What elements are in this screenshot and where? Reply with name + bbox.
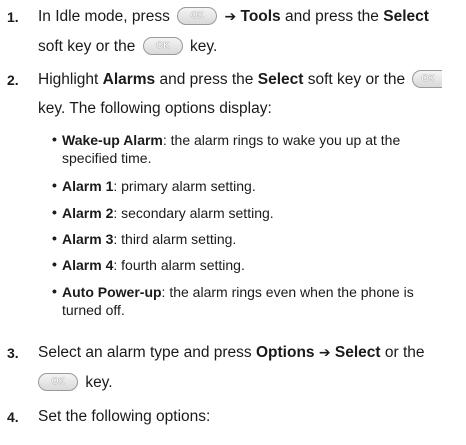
- step-3-line-2: OK key.: [38, 372, 113, 393]
- softkey-term-select: Select: [383, 8, 429, 25]
- option-wake-up-alarm-cont: specified time.: [62, 149, 151, 167]
- option-desc: : fourth alarm setting.: [113, 257, 245, 273]
- step-number: 2.: [7, 72, 19, 88]
- option-desc: : primary alarm setting.: [113, 178, 256, 194]
- step-text: key.: [85, 374, 113, 391]
- step-text: Set the following options:: [38, 408, 211, 425]
- instruction-page: 1. In Idle mode, press OK ➔ Tools and pr…: [0, 0, 466, 445]
- menu-term-select: Select: [334, 344, 381, 361]
- option-name: Auto Power-up: [62, 284, 162, 300]
- step-4-line-1: Set the following options:: [38, 407, 210, 427]
- option-alarm-1: Alarm 1: primary alarm setting.: [62, 177, 256, 195]
- ok-key-icon: OK: [38, 372, 78, 391]
- step-text: and press the: [285, 8, 379, 25]
- step-text: soft key or the: [38, 38, 136, 55]
- ok-key-icon: OK: [177, 6, 218, 25]
- option-auto-power-up: Auto Power-up: the alarm rings even when…: [62, 283, 414, 301]
- option-desc: turned off.: [62, 302, 125, 318]
- step-text: key.: [189, 38, 218, 55]
- step-text: or the: [384, 344, 425, 361]
- step-text: and press the: [159, 71, 254, 88]
- option-desc: : the alarm rings even when the phone is: [161, 284, 414, 300]
- softkey-term-select: Select: [257, 71, 304, 88]
- option-auto-power-up-cont: turned off.: [62, 301, 125, 319]
- step-text: Select an alarm type and press: [38, 344, 252, 361]
- step-1-line-1: In Idle mode, press OK ➔ Tools and press…: [38, 6, 429, 27]
- option-alarm-4: Alarm 4: fourth alarm setting.: [62, 256, 245, 274]
- step-number: 4.: [7, 409, 19, 425]
- option-name: Alarm 1: [62, 178, 114, 194]
- bullet-icon: •: [52, 204, 57, 220]
- option-desc: specified time.: [62, 150, 152, 166]
- menu-term-alarms: Alarms: [102, 71, 156, 88]
- option-alarm-2: Alarm 2: secondary alarm setting.: [62, 204, 274, 222]
- option-wake-up-alarm: Wake-up Alarm: the alarm rings to wake y…: [62, 131, 400, 149]
- step-number: 1.: [7, 9, 19, 25]
- option-alarm-3: Alarm 3: third alarm setting.: [62, 230, 236, 248]
- step-text: Highlight: [38, 71, 99, 88]
- bullet-icon: •: [52, 283, 57, 299]
- ok-key-icon: OK: [412, 69, 443, 88]
- option-desc: : secondary alarm setting.: [113, 205, 274, 221]
- arrow-icon: ➔: [224, 9, 237, 25]
- step-text: key. The following options display:: [38, 100, 272, 117]
- option-name: Alarm 3: [62, 231, 114, 247]
- option-desc: : the alarm rings to wake you up at the: [162, 132, 401, 148]
- option-name: Alarm 2: [62, 205, 114, 221]
- option-name: Wake-up Alarm: [62, 132, 163, 148]
- bullet-icon: •: [52, 177, 57, 193]
- ok-key-icon: OK: [142, 36, 183, 55]
- menu-term-tools: Tools: [240, 8, 281, 25]
- bullet-icon: •: [52, 256, 57, 272]
- step-text: soft key or the: [307, 71, 406, 88]
- arrow-icon: ➔: [318, 345, 331, 361]
- step-text: In Idle mode, press: [38, 8, 170, 25]
- step-1-line-2: soft key or the OK key.: [38, 36, 218, 57]
- step-2-line-2: key. The following options display:: [38, 99, 272, 119]
- option-name: Alarm 4: [62, 257, 114, 273]
- option-desc: : third alarm setting.: [113, 231, 237, 247]
- step-number: 3.: [7, 345, 19, 361]
- softkey-term-options: Options: [255, 344, 315, 361]
- bullet-icon: •: [52, 131, 57, 147]
- step-3-line-1: Select an alarm type and press Options ➔…: [38, 343, 425, 363]
- step-2-line-1: Highlight Alarms and press the Select so…: [38, 69, 445, 90]
- bullet-icon: •: [52, 230, 57, 246]
